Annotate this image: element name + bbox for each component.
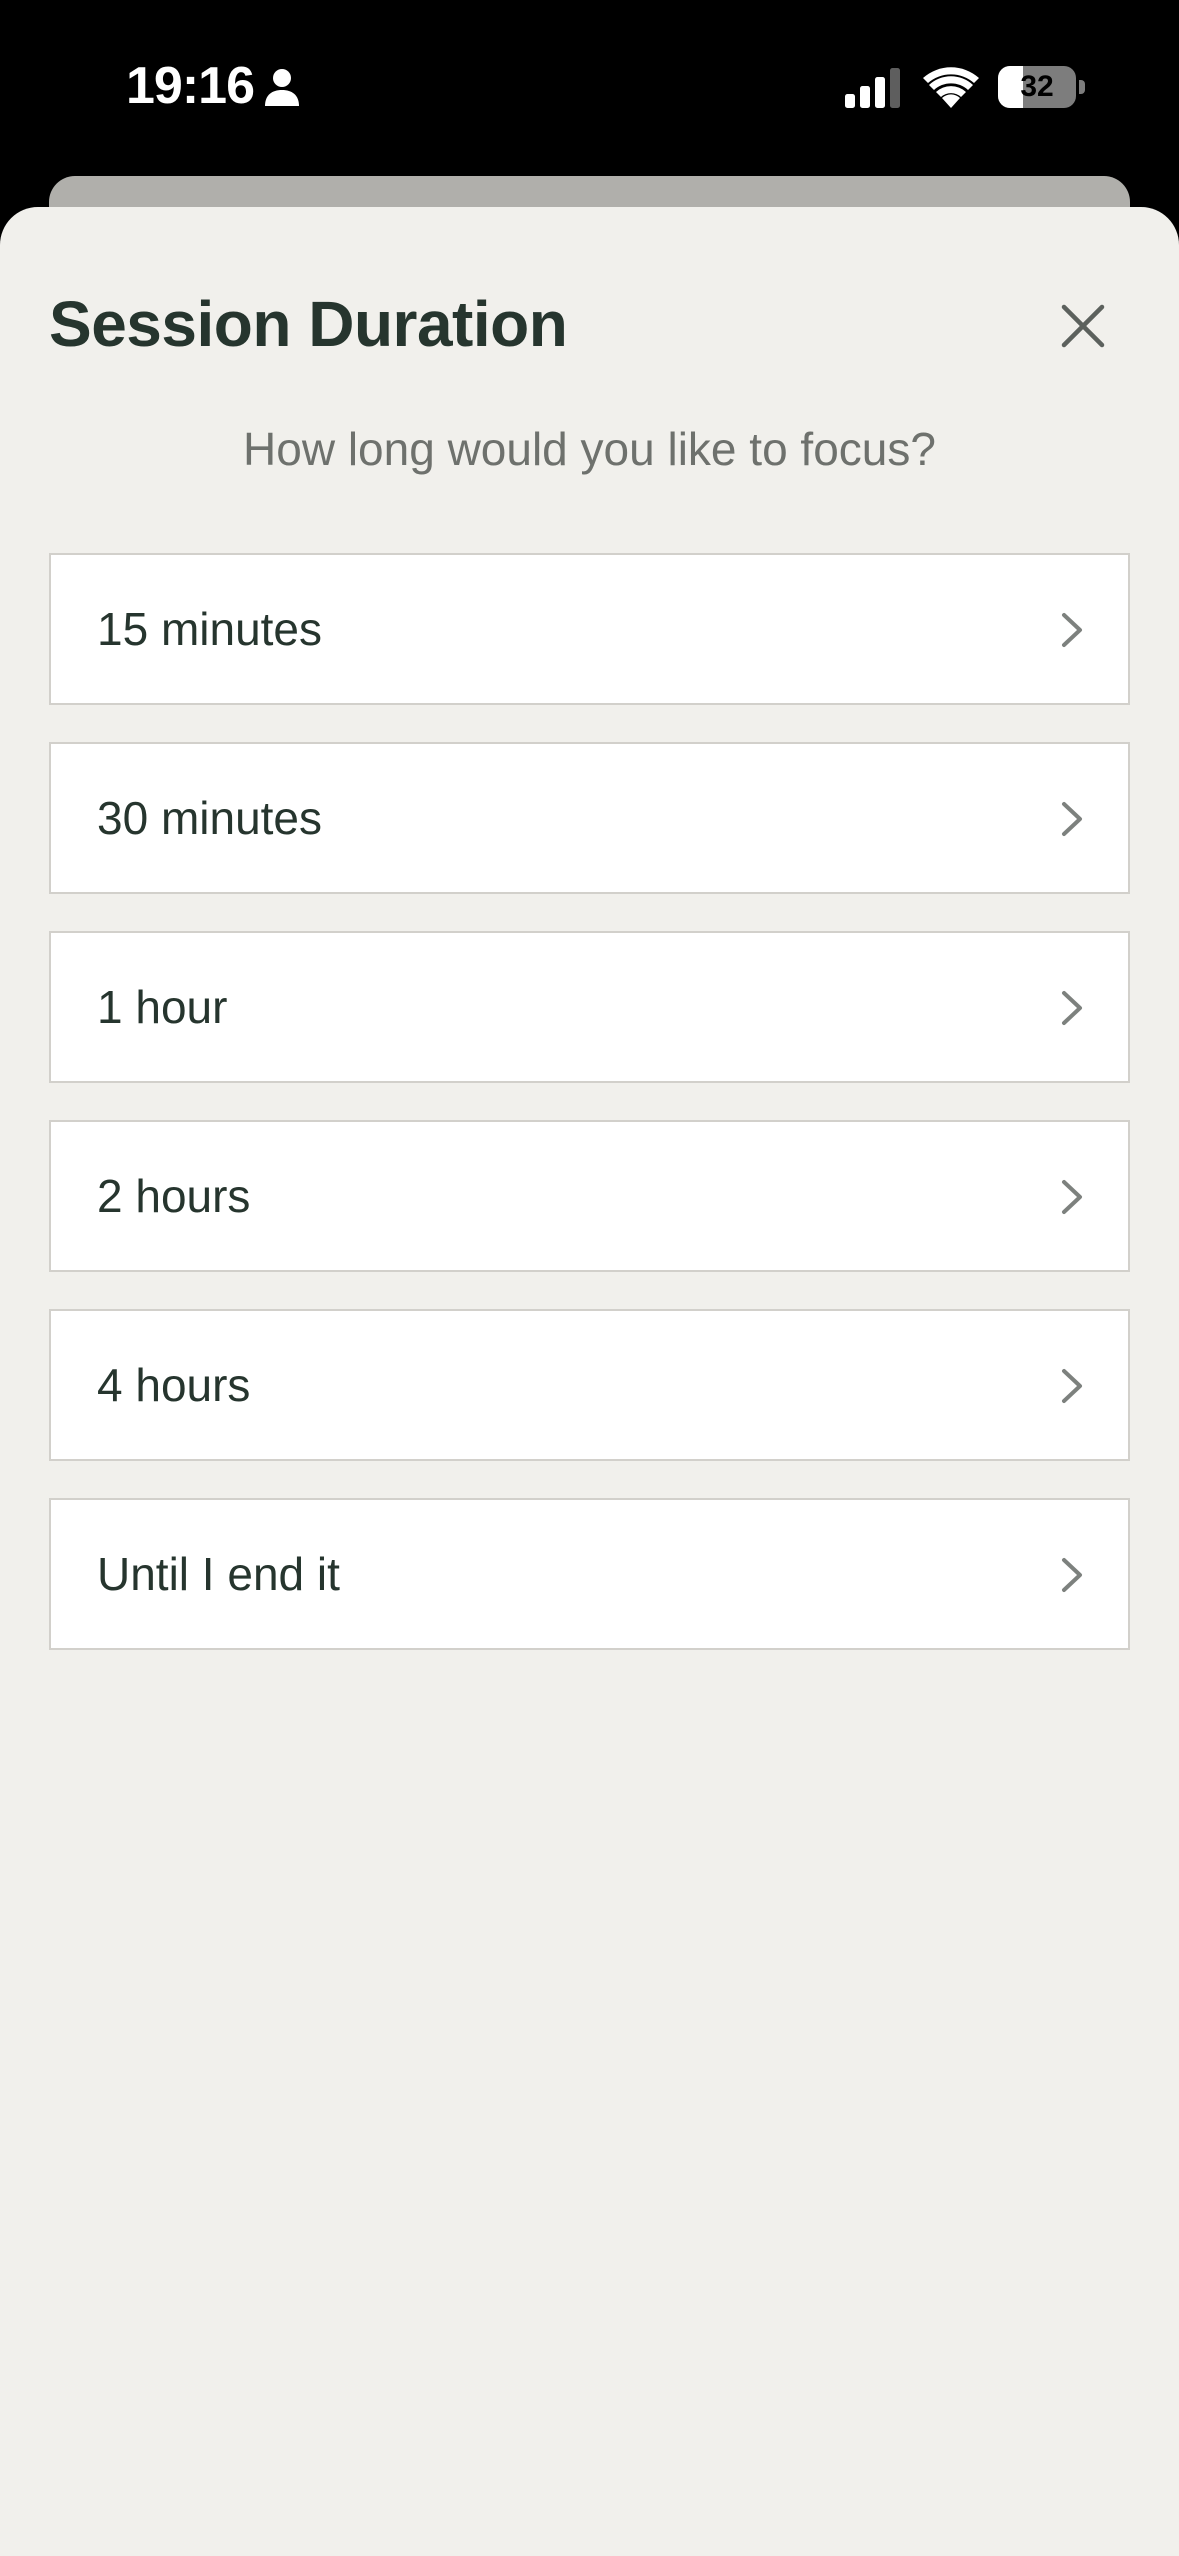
chevron-right-icon — [1062, 802, 1082, 836]
person-icon — [265, 69, 299, 106]
option-label: 30 minutes — [97, 792, 323, 844]
duration-options-list: 15 minutes 30 minutes 1 hour 2 hours 4 h… — [49, 553, 1130, 1687]
option-15-minutes[interactable]: 15 minutes — [49, 553, 1130, 705]
battery-body: 32 — [998, 66, 1076, 108]
sheet-title: Session Duration — [49, 288, 568, 360]
option-label: 15 minutes — [97, 603, 323, 655]
battery-nub — [1079, 80, 1085, 94]
option-label: Until I end it — [97, 1548, 340, 1600]
status-time: 19:16 — [126, 57, 255, 115]
chevron-right-icon — [1062, 991, 1082, 1025]
close-icon — [1061, 304, 1105, 348]
option-label: 1 hour — [97, 981, 228, 1033]
option-label: 2 hours — [97, 1170, 251, 1222]
chevron-right-icon — [1062, 1369, 1082, 1403]
option-30-minutes[interactable]: 30 minutes — [49, 742, 1130, 894]
battery-icon: 32 — [998, 66, 1085, 108]
option-label: 4 hours — [97, 1359, 251, 1411]
duration-sheet: Session Duration How long would you like… — [0, 207, 1179, 2556]
chevron-right-icon — [1062, 1180, 1082, 1214]
signal-icon — [845, 68, 900, 108]
chevron-right-icon — [1062, 1558, 1082, 1592]
screen: 19:16 32 Session Duration How long would… — [0, 0, 1179, 2556]
close-button[interactable] — [1052, 295, 1114, 357]
option-1-hour[interactable]: 1 hour — [49, 931, 1130, 1083]
option-2-hours[interactable]: 2 hours — [49, 1120, 1130, 1272]
battery-level: 32 — [1020, 70, 1054, 103]
option-4-hours[interactable]: 4 hours — [49, 1309, 1130, 1461]
option-until-i-end-it[interactable]: Until I end it — [49, 1498, 1130, 1650]
status-bar: 19:16 32 — [0, 0, 1179, 175]
sheet-subtitle: How long would you like to focus? — [243, 423, 936, 475]
wifi-icon — [923, 67, 979, 108]
chevron-right-icon — [1062, 613, 1082, 647]
